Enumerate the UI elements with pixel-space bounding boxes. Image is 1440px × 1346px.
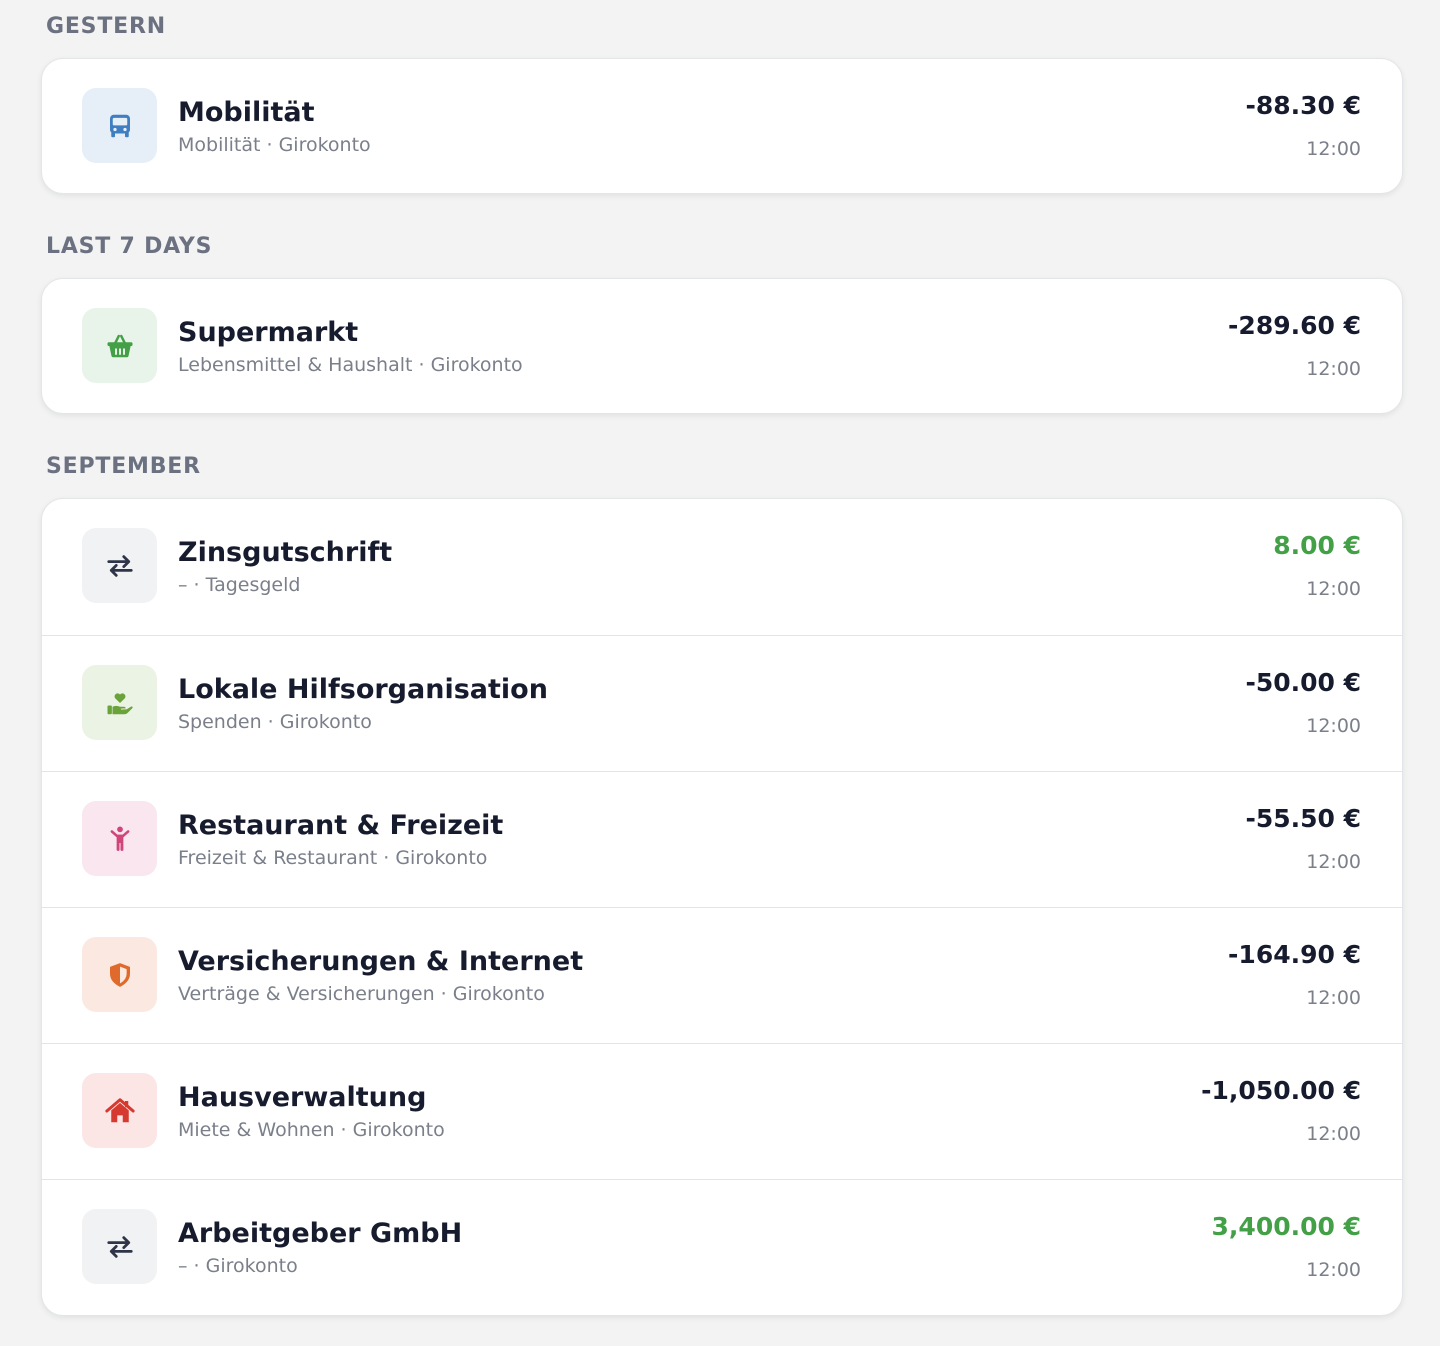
hand-heart-icon	[107, 692, 133, 714]
transfer-arrows-icon	[106, 1235, 133, 1258]
transaction-time: 12:00	[1306, 1259, 1361, 1281]
transaction-row[interactable]: Versicherungen & Internet Verträge & Ver…	[42, 907, 1402, 1043]
category-icon-box	[82, 937, 157, 1012]
transaction-row[interactable]: Supermarkt Lebensmittel & Haushalt · Gir…	[42, 279, 1402, 413]
category-icon-box	[82, 1209, 157, 1284]
category-icon-box	[82, 308, 157, 383]
transaction-name: Zinsgutschrift	[178, 537, 393, 568]
transaction-time: 12:00	[1306, 851, 1361, 873]
transaction-subtitle: Mobilität · Girokonto	[178, 134, 371, 156]
category-icon-box	[82, 665, 157, 740]
transaction-amount: -164.90 €	[1228, 940, 1361, 969]
section-title: LAST 7 DAYS	[46, 234, 213, 259]
transaction-name: Supermarkt	[178, 317, 359, 348]
transaction-subtitle: Miete & Wohnen · Girokonto	[178, 1119, 445, 1141]
transaction-amount: -1,050.00 €	[1201, 1076, 1361, 1105]
transaction-subtitle: Verträge & Versicherungen · Girokonto	[178, 983, 545, 1005]
transaction-card: Mobilität Mobilität · Girokonto -88.30 €…	[41, 58, 1403, 194]
transaction-row[interactable]: Zinsgutschrift – · Tagesgeld 8.00 € 12:0…	[42, 499, 1402, 635]
shield-icon	[109, 962, 130, 987]
transaction-row[interactable]: Restaurant & Freizeit Freizeit & Restaur…	[42, 771, 1402, 907]
category-icon-box	[82, 1073, 157, 1148]
transaction-name: Hausverwaltung	[178, 1082, 427, 1113]
bus-icon	[109, 114, 130, 137]
transaction-subtitle: – · Girokonto	[178, 1255, 298, 1277]
transaction-name: Arbeitgeber GmbH	[178, 1218, 463, 1249]
transaction-row[interactable]: Arbeitgeber GmbH – · Girokonto 3,400.00 …	[42, 1179, 1402, 1315]
transaction-row[interactable]: Mobilität Mobilität · Girokonto -88.30 €…	[42, 59, 1402, 193]
transaction-name: Mobilität	[178, 97, 315, 128]
transaction-name: Lokale Hilfsorganisation	[178, 674, 548, 705]
transaction-name: Versicherungen & Internet	[178, 946, 584, 977]
section-title: GESTERN	[46, 14, 166, 39]
transaction-subtitle: Lebensmittel & Haushalt · Girokonto	[178, 354, 523, 376]
category-icon-box	[82, 528, 157, 603]
transaction-time: 12:00	[1306, 138, 1361, 160]
transaction-amount: -88.30 €	[1245, 91, 1361, 120]
transfer-arrows-icon	[106, 554, 133, 577]
transaction-name: Restaurant & Freizeit	[178, 810, 504, 841]
transaction-card: Supermarkt Lebensmittel & Haushalt · Gir…	[41, 278, 1403, 414]
transaction-amount: -50.00 €	[1245, 668, 1361, 697]
transaction-row[interactable]: Hausverwaltung Miete & Wohnen · Girokont…	[42, 1043, 1402, 1179]
transaction-amount: -55.50 €	[1245, 804, 1361, 833]
person-icon	[110, 826, 129, 851]
transaction-time: 12:00	[1306, 987, 1361, 1009]
category-icon-box	[82, 801, 157, 876]
transaction-amount: -289.60 €	[1228, 311, 1361, 340]
section-title: SEPTEMBER	[46, 454, 201, 479]
transaction-subtitle: Freizeit & Restaurant · Girokonto	[178, 847, 488, 869]
transaction-time: 12:00	[1306, 715, 1361, 737]
transaction-time: 12:00	[1306, 578, 1361, 600]
shopping-basket-icon	[107, 334, 132, 357]
transaction-row[interactable]: Lokale Hilfsorganisation Spenden · Girok…	[42, 635, 1402, 771]
house-icon	[104, 1097, 135, 1122]
category-icon-box	[82, 88, 157, 163]
transaction-subtitle: Spenden · Girokonto	[178, 711, 372, 733]
transaction-card: Zinsgutschrift – · Tagesgeld 8.00 € 12:0…	[41, 498, 1403, 1316]
transaction-subtitle: – · Tagesgeld	[178, 574, 301, 596]
transaction-time: 12:00	[1306, 1123, 1361, 1145]
transaction-time: 12:00	[1306, 358, 1361, 380]
transaction-amount: 8.00 €	[1273, 531, 1361, 560]
transaction-amount: 3,400.00 €	[1211, 1212, 1361, 1241]
